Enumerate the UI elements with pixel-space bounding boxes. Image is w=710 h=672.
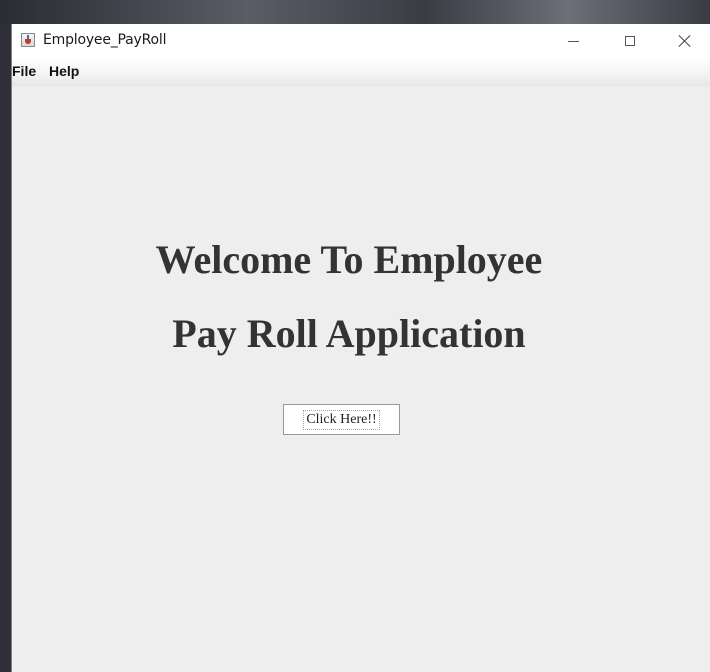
- welcome-heading-line2: Pay Roll Application: [172, 311, 526, 356]
- window-title: Employee_PayRoll: [43, 32, 167, 48]
- desktop-edge: [0, 24, 11, 672]
- java-cup-icon: [21, 33, 35, 47]
- menu-bar: File Help: [12, 58, 710, 86]
- maximize-icon: [625, 36, 635, 46]
- desktop-background: [0, 0, 710, 24]
- app-window: Employee_PayRoll File Help Welcome To Em…: [11, 24, 710, 672]
- close-icon: [678, 34, 692, 48]
- menu-help[interactable]: Help: [49, 63, 79, 79]
- main-content: Welcome To Employee Pay Roll Application…: [12, 86, 710, 672]
- welcome-heading-line1: Welcome To Employee: [155, 237, 543, 282]
- click-here-button[interactable]: Click Here!!: [283, 404, 400, 435]
- click-here-label: Click Here!!: [303, 409, 380, 430]
- minimize-button[interactable]: [550, 24, 596, 58]
- maximize-button[interactable]: [607, 24, 653, 58]
- close-button[interactable]: [662, 24, 708, 58]
- title-bar[interactable]: Employee_PayRoll: [12, 24, 710, 58]
- minimize-icon: [567, 40, 579, 42]
- menu-file[interactable]: File: [12, 63, 36, 79]
